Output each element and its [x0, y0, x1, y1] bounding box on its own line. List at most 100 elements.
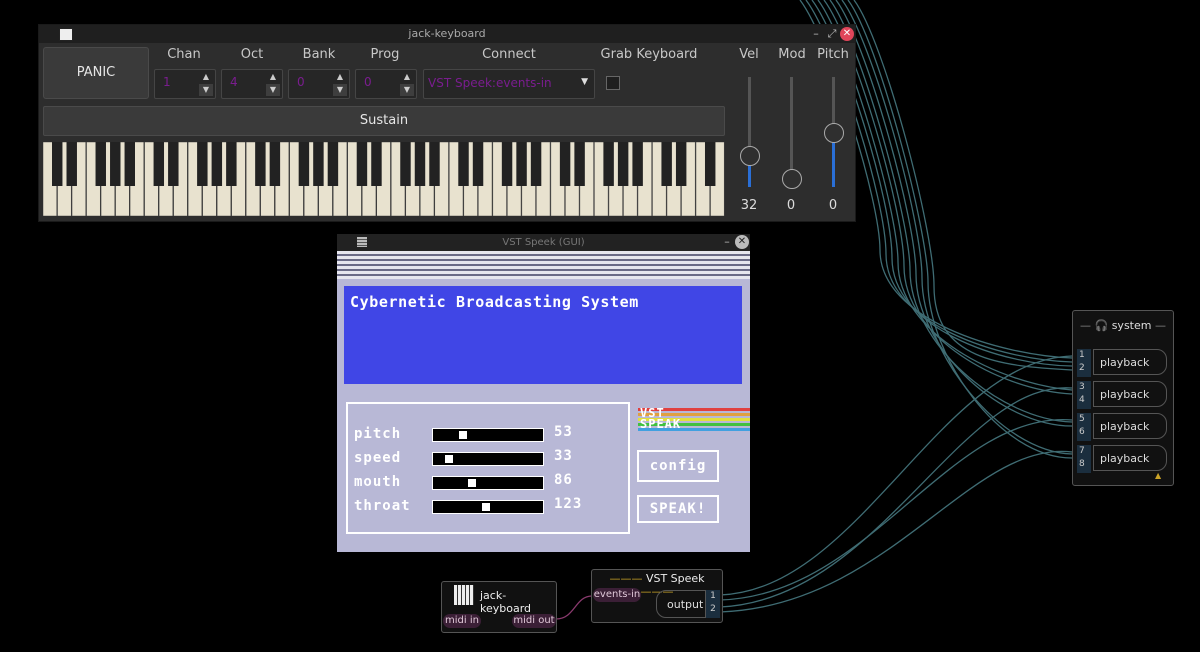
- jack-keyboard-node[interactable]: jack-keyboard midi in midi out: [441, 581, 557, 633]
- black-key[interactable]: [313, 142, 324, 186]
- black-key[interactable]: [429, 142, 440, 186]
- speech-text-display[interactable]: Cybernetic Broadcasting System: [344, 286, 742, 384]
- param-value: 33: [554, 448, 573, 464]
- black-key[interactable]: [124, 142, 135, 186]
- chan-header: Chan: [167, 47, 201, 62]
- increment-icon[interactable]: ▲: [266, 71, 280, 83]
- events-in-port[interactable]: events-in: [593, 588, 641, 602]
- system-playback-port[interactable]: 56 playback: [1077, 413, 1167, 441]
- black-key[interactable]: [472, 142, 484, 186]
- mouth-param-slider[interactable]: [432, 476, 544, 490]
- black-key[interactable]: [269, 142, 281, 186]
- black-key[interactable]: [168, 142, 179, 186]
- black-key[interactable]: [400, 142, 411, 186]
- connect-dropdown[interactable]: VST Speek:events-in ▼: [423, 69, 595, 99]
- black-key[interactable]: [298, 142, 310, 186]
- port-label: playback: [1093, 413, 1167, 439]
- piano-icon: [454, 585, 474, 605]
- black-key[interactable]: [211, 142, 223, 186]
- grab-keyboard-checkbox[interactable]: [606, 76, 620, 90]
- piano-keyboard[interactable]: [43, 142, 725, 216]
- mod-slider-handle[interactable]: [782, 169, 802, 189]
- throat-param-slider[interactable]: [432, 500, 544, 514]
- black-key[interactable]: [95, 142, 106, 186]
- midi-in-port[interactable]: midi in: [443, 614, 481, 628]
- midi-out-port[interactable]: midi out: [512, 614, 556, 628]
- system-playback-port[interactable]: 34 playback: [1077, 381, 1167, 409]
- pitch-slider-handle[interactable]: [824, 123, 844, 143]
- black-key[interactable]: [255, 142, 266, 186]
- black-key[interactable]: [675, 142, 687, 186]
- sustain-button[interactable]: Sustain: [43, 106, 725, 136]
- black-key[interactable]: [559, 142, 571, 186]
- app-icon: [357, 237, 367, 247]
- black-key[interactable]: [66, 142, 77, 186]
- black-key[interactable]: [226, 142, 237, 186]
- piano-icon: [59, 28, 73, 41]
- decrement-icon[interactable]: ▼: [400, 84, 414, 96]
- vst-speek-node[interactable]: ——— VST Speek ——— events-in output 12: [591, 569, 723, 623]
- close-icon[interactable]: ✕: [735, 235, 749, 249]
- decrement-icon[interactable]: ▼: [266, 84, 280, 96]
- system-playback-port[interactable]: 12 playback: [1077, 349, 1167, 377]
- output-port[interactable]: output: [656, 590, 706, 618]
- black-key[interactable]: [371, 142, 382, 186]
- black-key[interactable]: [414, 142, 426, 186]
- window-titlebar: VST Speek (GUI) – ✕: [337, 234, 750, 251]
- black-key[interactable]: [356, 142, 368, 186]
- speed-param-slider[interactable]: [432, 452, 544, 466]
- black-key[interactable]: [110, 142, 121, 186]
- black-key[interactable]: [327, 142, 339, 186]
- port-label: playback: [1093, 349, 1167, 375]
- param-value: 123: [554, 496, 583, 512]
- black-key[interactable]: [516, 142, 527, 186]
- system-node[interactable]: — 🎧 system — 12 playback 34 playback 56 …: [1072, 310, 1174, 486]
- black-key[interactable]: [632, 142, 643, 186]
- chan-spinbox[interactable]: 1 ▲ ▼: [154, 69, 216, 99]
- minimize-icon[interactable]: –: [720, 235, 734, 249]
- black-key[interactable]: [153, 142, 165, 186]
- black-key[interactable]: [603, 142, 614, 186]
- black-key[interactable]: [661, 142, 672, 186]
- increment-icon[interactable]: ▲: [199, 71, 213, 83]
- pitch-param-slider[interactable]: [432, 428, 544, 442]
- config-button[interactable]: config: [637, 450, 719, 482]
- resize-grip-icon[interactable]: ▲: [1155, 471, 1161, 480]
- black-key[interactable]: [458, 142, 469, 186]
- bank-value: 0: [297, 75, 305, 89]
- restore-icon[interactable]: ⤢: [825, 27, 839, 41]
- black-key[interactable]: [704, 142, 716, 186]
- prog-value: 0: [364, 75, 372, 89]
- panic-button[interactable]: PANIC: [43, 47, 149, 99]
- port-label: playback: [1093, 445, 1167, 471]
- black-key[interactable]: [197, 142, 208, 186]
- decrement-icon[interactable]: ▼: [333, 84, 347, 96]
- param-label: throat: [354, 498, 411, 514]
- port-numbers: 34: [1077, 381, 1091, 409]
- headphones-icon: 🎧: [1094, 319, 1109, 332]
- system-playback-port[interactable]: 78 playback: [1077, 445, 1167, 473]
- port-numbers: 12: [1077, 349, 1091, 377]
- black-key[interactable]: [617, 142, 629, 186]
- black-key[interactable]: [530, 142, 542, 186]
- bank-spinbox[interactable]: 0 ▲ ▼: [288, 69, 350, 99]
- vel-slider-handle[interactable]: [740, 146, 760, 166]
- increment-icon[interactable]: ▲: [333, 71, 347, 83]
- speak-button[interactable]: SPEAK!: [637, 495, 719, 523]
- oct-spinbox[interactable]: 4 ▲ ▼: [221, 69, 283, 99]
- decrement-icon[interactable]: ▼: [199, 84, 213, 96]
- minimize-icon[interactable]: –: [809, 27, 823, 41]
- slider-handle[interactable]: [458, 431, 467, 439]
- slider-handle[interactable]: [444, 455, 453, 463]
- slider-handle[interactable]: [468, 479, 477, 487]
- black-key[interactable]: [501, 142, 513, 186]
- header-stripes: [337, 251, 750, 279]
- port-num: 8: [1079, 459, 1085, 469]
- black-key[interactable]: [52, 142, 63, 186]
- black-key[interactable]: [574, 142, 585, 186]
- increment-icon[interactable]: ▲: [400, 71, 414, 83]
- slider-handle[interactable]: [482, 503, 491, 511]
- port-num: 5: [1079, 414, 1085, 424]
- close-icon[interactable]: ✕: [840, 27, 854, 41]
- prog-spinbox[interactable]: 0 ▲ ▼: [355, 69, 417, 99]
